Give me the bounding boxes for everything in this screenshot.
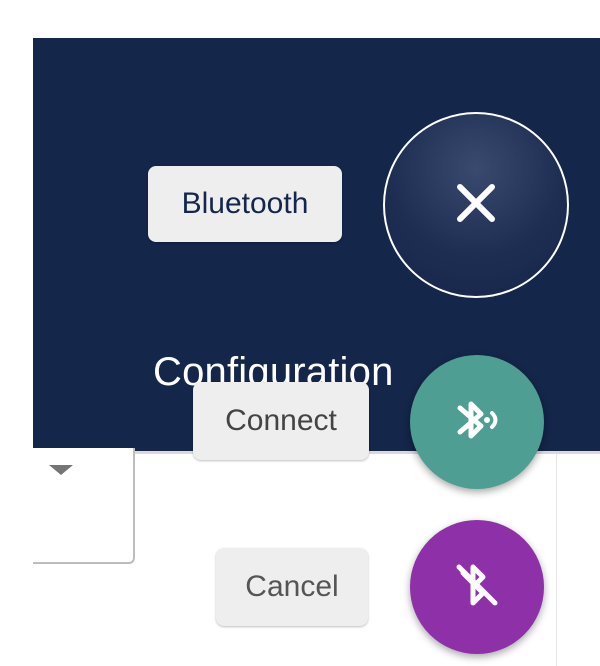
- connect-label-chip[interactable]: Connect: [193, 382, 369, 460]
- connect-button[interactable]: [410, 355, 544, 489]
- bluetooth-connect-icon: [447, 390, 507, 455]
- cancel-button[interactable]: [410, 520, 544, 654]
- cancel-label-chip[interactable]: Cancel: [216, 548, 368, 626]
- speed-dial-close-button[interactable]: [383, 112, 569, 298]
- dropdown-arrow-icon[interactable]: [49, 465, 73, 475]
- bluetooth-label-chip[interactable]: Bluetooth: [148, 166, 342, 242]
- close-icon: [452, 179, 500, 232]
- bluetooth-disabled-icon: [447, 555, 507, 620]
